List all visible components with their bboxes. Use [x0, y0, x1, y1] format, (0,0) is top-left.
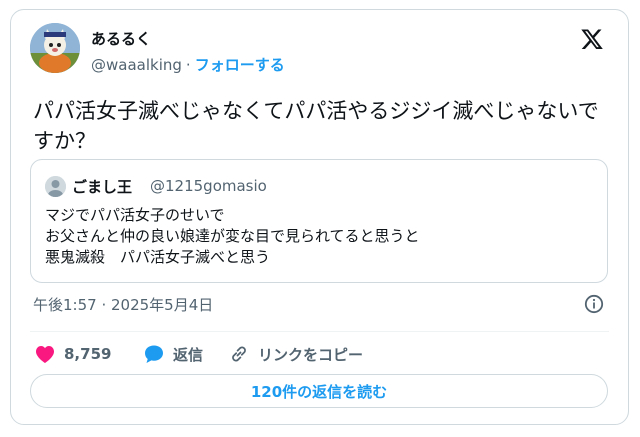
quoted-tweet[interactable]: ごまし王 @1215gomasio マジでパパ活女子のせいで お父さんと仲の良い…	[30, 159, 608, 283]
heart-icon	[36, 346, 54, 363]
author-display-name[interactable]: あるるく	[91, 28, 151, 49]
copy-link-button[interactable]: リンクをコピー	[228, 339, 363, 369]
info-icon[interactable]	[584, 294, 604, 314]
like-button[interactable]: 8,759	[34, 339, 111, 369]
handle-separator: ·	[185, 56, 191, 74]
reply-button[interactable]: 返信	[143, 339, 203, 369]
divider	[30, 331, 609, 332]
quoted-author-handle: @1215gomasio	[150, 177, 267, 195]
link-icon	[232, 346, 246, 362]
quoted-line: お父さんと仲の良い娘達が変な目で見られてると思うと	[45, 227, 420, 245]
author-handle[interactable]: @waaalking	[91, 56, 182, 74]
like-count: 8,759	[64, 345, 112, 363]
quoted-tweet-text: マジでパパ活女子のせいで お父さんと仲の良い娘達が変な目で見られてると思うと 悪…	[45, 205, 595, 268]
tweet-card: あるるく @waaalking · フォローする パパ活女子滅べじゃなくてパパ活やる…	[10, 9, 629, 425]
author-avatar[interactable]	[30, 23, 80, 73]
x-logo-icon[interactable]	[580, 27, 604, 51]
quoted-author-avatar	[45, 176, 66, 197]
copy-link-label: リンクをコピー	[258, 345, 364, 364]
follow-button[interactable]: フォローする	[195, 56, 285, 74]
tweet-timestamp[interactable]: 午後1:57 · 2025年5月4日	[33, 294, 213, 315]
quoted-line: マジでパパ活女子のせいで	[45, 206, 225, 224]
author-handle-row: @waaalking · フォローする	[91, 54, 285, 75]
quoted-author-name: ごまし王	[72, 178, 133, 196]
quoted-line: 悪鬼滅殺 パパ活女子滅べと思う	[45, 248, 271, 266]
speech-bubble-icon	[145, 345, 163, 363]
tweet-text: パパ活女子滅べじゃなくてパパ活やるジジイ滅べじゃないですか？	[33, 99, 599, 153]
read-replies-button[interactable]: 120件の返信を読む	[30, 374, 608, 408]
reply-label: 返信	[173, 345, 204, 364]
